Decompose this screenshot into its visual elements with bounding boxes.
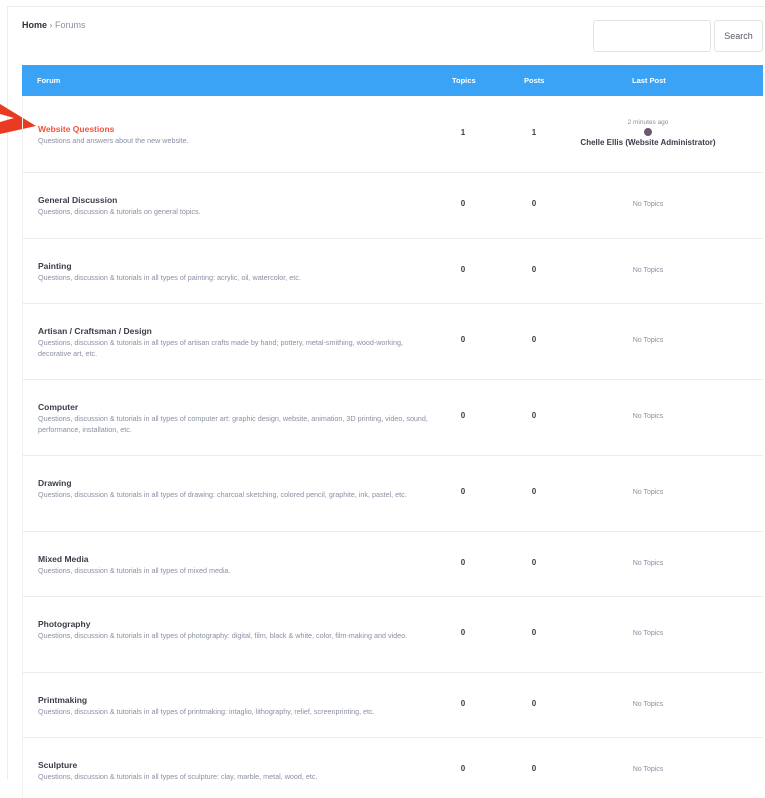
- search-input[interactable]: [593, 20, 711, 52]
- avatar-icon[interactable]: [644, 128, 652, 136]
- table-row: Sculpture Questions, discussion & tutori…: [22, 738, 763, 798]
- table-row: Mixed Media Questions, discussion & tuto…: [22, 532, 763, 597]
- forum-title-link[interactable]: Computer: [38, 402, 78, 412]
- forum-topbar: Home › Forums Search: [22, 18, 765, 58]
- topics-count: 0: [460, 265, 466, 274]
- topics-count: 0: [460, 487, 466, 496]
- topics-count: 0: [460, 699, 466, 708]
- posts-count: 0: [531, 699, 537, 708]
- posts-count: 0: [531, 335, 537, 344]
- forum-title-link[interactable]: Printmaking: [38, 695, 87, 705]
- last-post-empty: No Topics: [632, 337, 664, 344]
- header-last-post: Last Post: [632, 76, 666, 85]
- breadcrumb-home-link[interactable]: Home: [22, 20, 47, 30]
- posts-count: 0: [531, 199, 537, 208]
- table-row: Computer Questions, discussion & tutoria…: [22, 380, 763, 456]
- forum-description: Questions, discussion & tutorials in all…: [38, 772, 318, 781]
- forum-title-link[interactable]: Drawing: [38, 478, 72, 488]
- header-forum: Forum: [37, 76, 61, 85]
- forum-description: Questions, discussion & tutorials on gen…: [38, 207, 201, 216]
- table-row: Printmaking Questions, discussion & tuto…: [22, 673, 763, 738]
- last-post: 2 minutes ago Chelle Ellis (Website Admi…: [563, 119, 733, 147]
- forum-description: Questions, discussion & tutorials in all…: [38, 707, 375, 716]
- topics-count: 1: [460, 128, 466, 137]
- last-post-time-link[interactable]: 2 minutes ago: [563, 119, 733, 126]
- table-row: Drawing Questions, discussion & tutorial…: [22, 456, 763, 532]
- table-row: Website Questions Questions and answers …: [22, 96, 763, 173]
- search-button[interactable]: Search: [714, 20, 763, 52]
- topics-count: 0: [460, 411, 466, 420]
- forum-description: Questions, discussion & tutorials in all…: [38, 273, 301, 282]
- posts-count: 0: [531, 558, 537, 567]
- topics-count: 0: [460, 335, 466, 344]
- table-row: Artisan / Craftsman / Design Questions, …: [22, 304, 763, 380]
- table-row: Painting Questions, discussion & tutoria…: [22, 239, 763, 304]
- table-row: Photography Questions, discussion & tuto…: [22, 597, 763, 673]
- posts-count: 0: [531, 628, 537, 637]
- header-topics: Topics: [452, 76, 476, 85]
- header-posts: Posts: [524, 76, 545, 85]
- posts-count: 1: [531, 128, 537, 137]
- posts-count: 0: [531, 265, 537, 274]
- last-post-empty: No Topics: [632, 267, 664, 274]
- last-post-empty: No Topics: [632, 201, 664, 208]
- forum-title-link[interactable]: General Discussion: [38, 195, 117, 205]
- forum-title-link[interactable]: Sculpture: [38, 760, 77, 770]
- forum-description: Questions, discussion & tutorials in all…: [38, 566, 231, 575]
- breadcrumb-current: Forums: [55, 20, 86, 30]
- posts-count: 0: [531, 411, 537, 420]
- last-post-empty: No Topics: [632, 560, 664, 567]
- topics-count: 0: [460, 764, 466, 773]
- last-post-author-link[interactable]: Chelle Ellis (Website Administrator): [563, 138, 733, 147]
- forum-title-link[interactable]: Artisan / Craftsman / Design: [38, 326, 152, 336]
- posts-count: 0: [531, 487, 537, 496]
- posts-count: 0: [531, 764, 537, 773]
- topics-count: 0: [460, 558, 466, 567]
- forum-description: Questions and answers about the new webs…: [38, 136, 189, 145]
- table-header: Forum Topics Posts Last Post: [22, 65, 763, 96]
- forum-description: Questions, discussion & tutorials in all…: [38, 414, 428, 434]
- forum-title-link[interactable]: Mixed Media: [38, 554, 89, 564]
- breadcrumb-separator: ›: [49, 20, 53, 30]
- forum-title-link[interactable]: Painting: [38, 261, 72, 271]
- forum-description: Questions, discussion & tutorials in all…: [38, 338, 403, 358]
- forum-description: Questions, discussion & tutorials in all…: [38, 490, 407, 499]
- forum-title-link[interactable]: Website Questions: [38, 124, 114, 134]
- forum-title-link[interactable]: Photography: [38, 619, 90, 629]
- last-post-empty: No Topics: [632, 630, 664, 637]
- breadcrumb: Home › Forums: [22, 20, 86, 30]
- last-post-empty: No Topics: [632, 701, 664, 708]
- last-post-empty: No Topics: [632, 766, 664, 773]
- topics-count: 0: [460, 199, 466, 208]
- topics-count: 0: [460, 628, 466, 637]
- forums-table: Forum Topics Posts Last Post Website Que…: [22, 65, 763, 798]
- last-post-empty: No Topics: [632, 489, 664, 496]
- forum-description: Questions, discussion & tutorials in all…: [38, 631, 408, 640]
- last-post-empty: No Topics: [632, 413, 664, 420]
- table-row: General Discussion Questions, discussion…: [22, 173, 763, 239]
